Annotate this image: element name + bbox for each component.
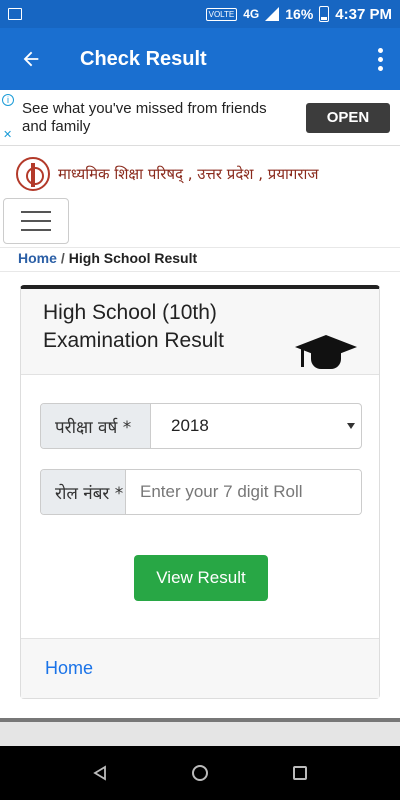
card-title-line1: High School (10th): [43, 301, 217, 324]
clock: 4:37 PM: [335, 5, 392, 23]
app-bar-title: Check Result: [80, 47, 207, 70]
breadcrumb-current: High School Result: [68, 250, 198, 266]
roll-number-input[interactable]: [126, 470, 361, 514]
result-card: High School (10th) Examination Result पर…: [20, 285, 380, 699]
roll-number-label: रोल नंबर *: [41, 470, 126, 514]
roll-number-group: रोल नंबर *: [40, 469, 362, 515]
ad-text[interactable]: See what you've missed from friends and …: [0, 100, 306, 136]
gallery-notification-icon: [8, 8, 22, 20]
exam-year-value: 2018: [171, 416, 209, 435]
nav-back-button[interactable]: [85, 758, 115, 788]
ad-banner[interactable]: i ✕ See what you've missed from friends …: [0, 90, 400, 146]
graduation-cap-icon: [295, 329, 357, 373]
view-result-button[interactable]: View Result: [134, 555, 268, 601]
signal-icon: [265, 7, 280, 21]
app-bar: Check Result: [0, 28, 400, 90]
ad-close-icon[interactable]: ✕: [3, 128, 12, 141]
chevron-down-icon: [347, 423, 355, 429]
arrow-left-icon: [23, 51, 39, 67]
hamburger-icon: [21, 211, 51, 213]
battery-percent: 16%: [285, 6, 314, 22]
nav-toggle-button[interactable]: [3, 198, 69, 244]
volte-badge: VOLTE: [205, 7, 238, 21]
breadcrumb-home-link[interactable]: Home: [18, 250, 57, 266]
divider: [0, 271, 400, 272]
battery-icon: [319, 6, 330, 22]
nav-home-button[interactable]: [185, 758, 215, 788]
divider: [0, 247, 400, 248]
more-options-button[interactable]: [360, 28, 400, 90]
footer-home-link[interactable]: Home: [45, 658, 93, 679]
ad-open-button[interactable]: OPEN: [306, 102, 390, 133]
org-name: माध्यमिक शिक्षा परिषद् , उत्तर प्रदेश , …: [58, 165, 319, 183]
exam-year-select[interactable]: 2018: [151, 404, 361, 448]
ad-text-line1: See what you've missed from friends: [22, 99, 267, 117]
recents-square-icon: [293, 766, 307, 780]
org-header: माध्यमिक शिक्षा परिषद् , उत्तर प्रदेश , …: [0, 154, 400, 194]
board-logo-icon: [16, 157, 50, 191]
exam-year-group: परीक्षा वर्ष * 2018: [40, 403, 362, 449]
status-bar: VOLTE 4G 16% 4:37 PM: [0, 0, 400, 28]
card-header: High School (10th) Examination Result: [21, 289, 379, 375]
nav-recents-button[interactable]: [285, 758, 315, 788]
card-footer: Home: [21, 638, 379, 698]
network-type: 4G: [243, 7, 260, 21]
page-bottom-bar: [0, 718, 400, 746]
ad-text-line2: and family: [22, 117, 91, 135]
system-nav-bar: [0, 746, 400, 800]
card-title-line2: Examination Result: [43, 329, 224, 352]
exam-year-label: परीक्षा वर्ष *: [41, 404, 151, 448]
breadcrumb-separator: /: [60, 250, 65, 266]
breadcrumb: Home / High School Result: [18, 250, 197, 266]
home-circle-icon: [192, 765, 208, 781]
more-vert-icon: [377, 47, 383, 53]
back-button[interactable]: [0, 28, 62, 90]
ad-info-icon[interactable]: i: [2, 94, 14, 106]
card-title: High School (10th) Examination Result: [43, 299, 283, 355]
back-triangle-icon: [93, 765, 106, 781]
